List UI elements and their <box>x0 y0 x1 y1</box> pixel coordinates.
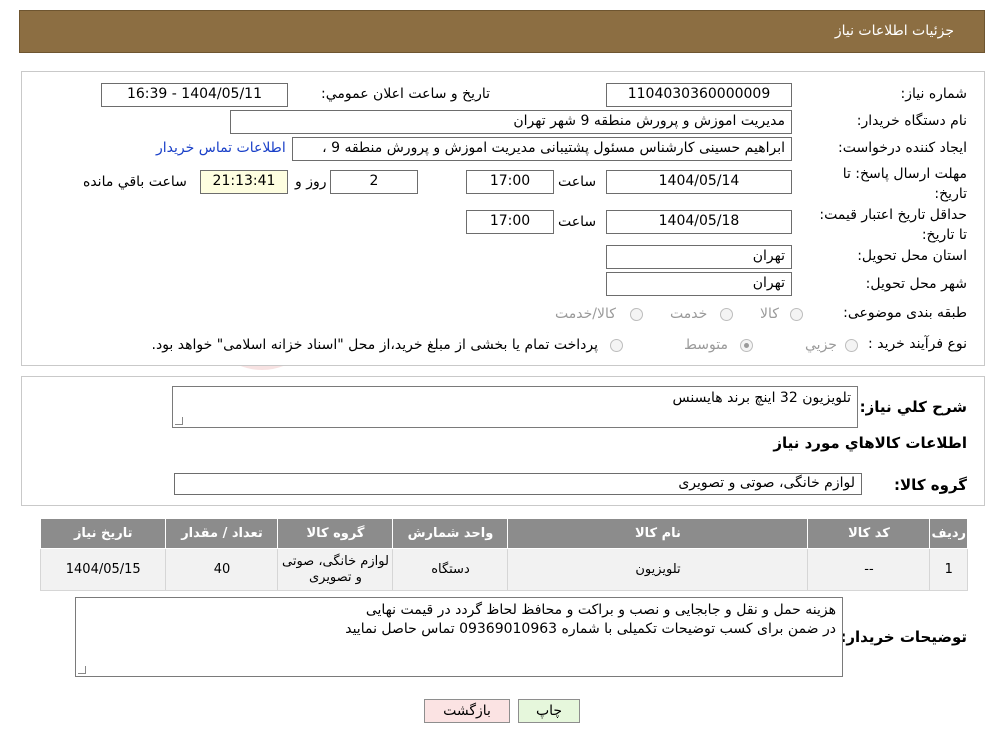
page-header: جزئيات اطلاعات نياز <box>19 10 985 53</box>
goods-table: رديف کد کالا نام کالا واحد شمارش گروه کا… <box>39 518 968 591</box>
resize-handle-icon[interactable] <box>78 666 86 674</box>
goods-group-label: گروه کالا: <box>894 476 967 494</box>
table-row: 1 -- تلويزيون دستگاه لوازم خانگی، صوتی و… <box>39 548 968 591</box>
creator-field: ابراهيم حسينی کارشناس مسئول پشتيبانی مدي… <box>292 137 792 161</box>
col-header-code: کد کالا <box>807 518 931 549</box>
deadline-label: مهلت ارسال پاسخ: تا تاريخ: <box>842 166 967 202</box>
announce-label: تاريخ و ساعت اعلان عمومي: <box>321 86 490 102</box>
days-label: روز و <box>295 174 327 190</box>
creator-label: ايجاد کننده درخواست: <box>838 140 967 156</box>
process-note: پرداخت تمام يا بخشی از مبلغ خريد،از محل … <box>151 337 598 353</box>
cell-code: -- <box>807 548 931 591</box>
validity-label: حداقل تاريخ اعتبار قيمت: تا تاريخ: <box>819 207 967 243</box>
category-option-goods-service: کالا/خدمت <box>555 306 616 322</box>
buyer-org-field: مديريت اموزش و پرورش منطقه 9 شهر تهران <box>230 110 792 134</box>
need-number-label: شماره نياز: <box>900 86 968 102</box>
buyer-org-label: نام دستگاه خريدار: <box>856 113 967 129</box>
process-label: نوع فرآيند خريد : <box>868 336 967 352</box>
category-label: طبقه بندی موضوعی: <box>843 305 967 321</box>
buyer-notes-line-1: هزينه حمل و نقل و جابجايی و نصب و براکت … <box>365 602 836 618</box>
category-radio-service[interactable] <box>720 308 733 321</box>
summary-textarea[interactable]: تلويزيون 32 اينچ برند هايسنس <box>172 386 858 428</box>
col-header-date: تاريخ نياز <box>39 518 167 549</box>
process-option-minor: جزيي <box>805 337 837 353</box>
buyer-notes-label: توضيحات خريدار: <box>840 628 967 646</box>
resize-handle-icon[interactable] <box>175 417 183 425</box>
province-label: استان محل تحويل: <box>857 248 967 264</box>
province-field: تهران <box>606 245 792 269</box>
validity-time-label: ساعت <box>558 214 597 230</box>
cell-name: تلويزيون <box>507 548 809 591</box>
col-header-name: نام کالا <box>507 518 809 549</box>
cell-date: 1404/05/15 <box>39 548 167 591</box>
category-option-service: خدمت <box>670 306 708 322</box>
deadline-time-label: ساعت <box>558 174 597 190</box>
city-field: تهران <box>606 272 792 296</box>
validity-date-field: 1404/05/18 <box>606 210 792 234</box>
back-button[interactable]: بازگشت <box>424 699 510 723</box>
days-field: 2 <box>330 170 418 194</box>
need-number-field: 1104030360000009 <box>606 83 792 107</box>
process-option-medium: متوسط <box>684 337 728 353</box>
city-label: شهر محل تحويل: <box>865 276 967 292</box>
category-radio-goods-service[interactable] <box>630 308 643 321</box>
category-option-goods: کالا <box>760 306 779 322</box>
process-checkbox-treasury[interactable] <box>610 339 623 352</box>
cell-row-num: 1 <box>929 548 968 591</box>
cell-quantity: 40 <box>165 548 279 591</box>
cell-unit: دستگاه <box>392 548 509 591</box>
category-radio-goods[interactable] <box>790 308 803 321</box>
deadline-time-field: 17:00 <box>466 170 554 194</box>
buyer-notes-textarea[interactable]: هزينه حمل و نقل و جابجايی و نصب و براکت … <box>75 597 843 677</box>
process-radio-minor[interactable] <box>845 339 858 352</box>
col-header-group: گروه کالا <box>277 518 394 549</box>
print-button[interactable]: چاپ <box>518 699 580 723</box>
remaining-label: ساعت باقي مانده <box>83 174 187 190</box>
goods-section-title: اطلاعات کالاهاي مورد نياز <box>773 434 967 452</box>
buyer-notes-line-2: در ضمن برای کسب توضيحات تکميلی با شماره … <box>345 621 836 637</box>
col-header-unit: واحد شمارش <box>392 518 509 549</box>
validity-time-field: 17:00 <box>466 210 554 234</box>
col-header-row-num: رديف <box>929 518 968 549</box>
summary-text: تلويزيون 32 اينچ برند هايسنس <box>672 390 851 406</box>
cell-group: لوازم خانگی، صوتی و تصويری <box>277 548 394 591</box>
deadline-date-field: 1404/05/14 <box>606 170 792 194</box>
col-header-quantity: تعداد / مقدار <box>165 518 279 549</box>
table-header-row: رديف کد کالا نام کالا واحد شمارش گروه کا… <box>39 518 968 549</box>
remaining-time-field: 21:13:41 <box>200 170 288 194</box>
announce-field: 1404/05/11 - 16:39 <box>101 83 288 107</box>
process-radio-medium[interactable] <box>740 339 753 352</box>
buyer-contact-link[interactable]: اطلاعات تماس خريدار <box>156 140 286 156</box>
goods-group-field: لوازم خانگی، صوتی و تصويری <box>174 473 862 495</box>
summary-label: شرح کلي نياز: <box>859 398 967 416</box>
page-title: جزئيات اطلاعات نياز <box>834 23 954 39</box>
